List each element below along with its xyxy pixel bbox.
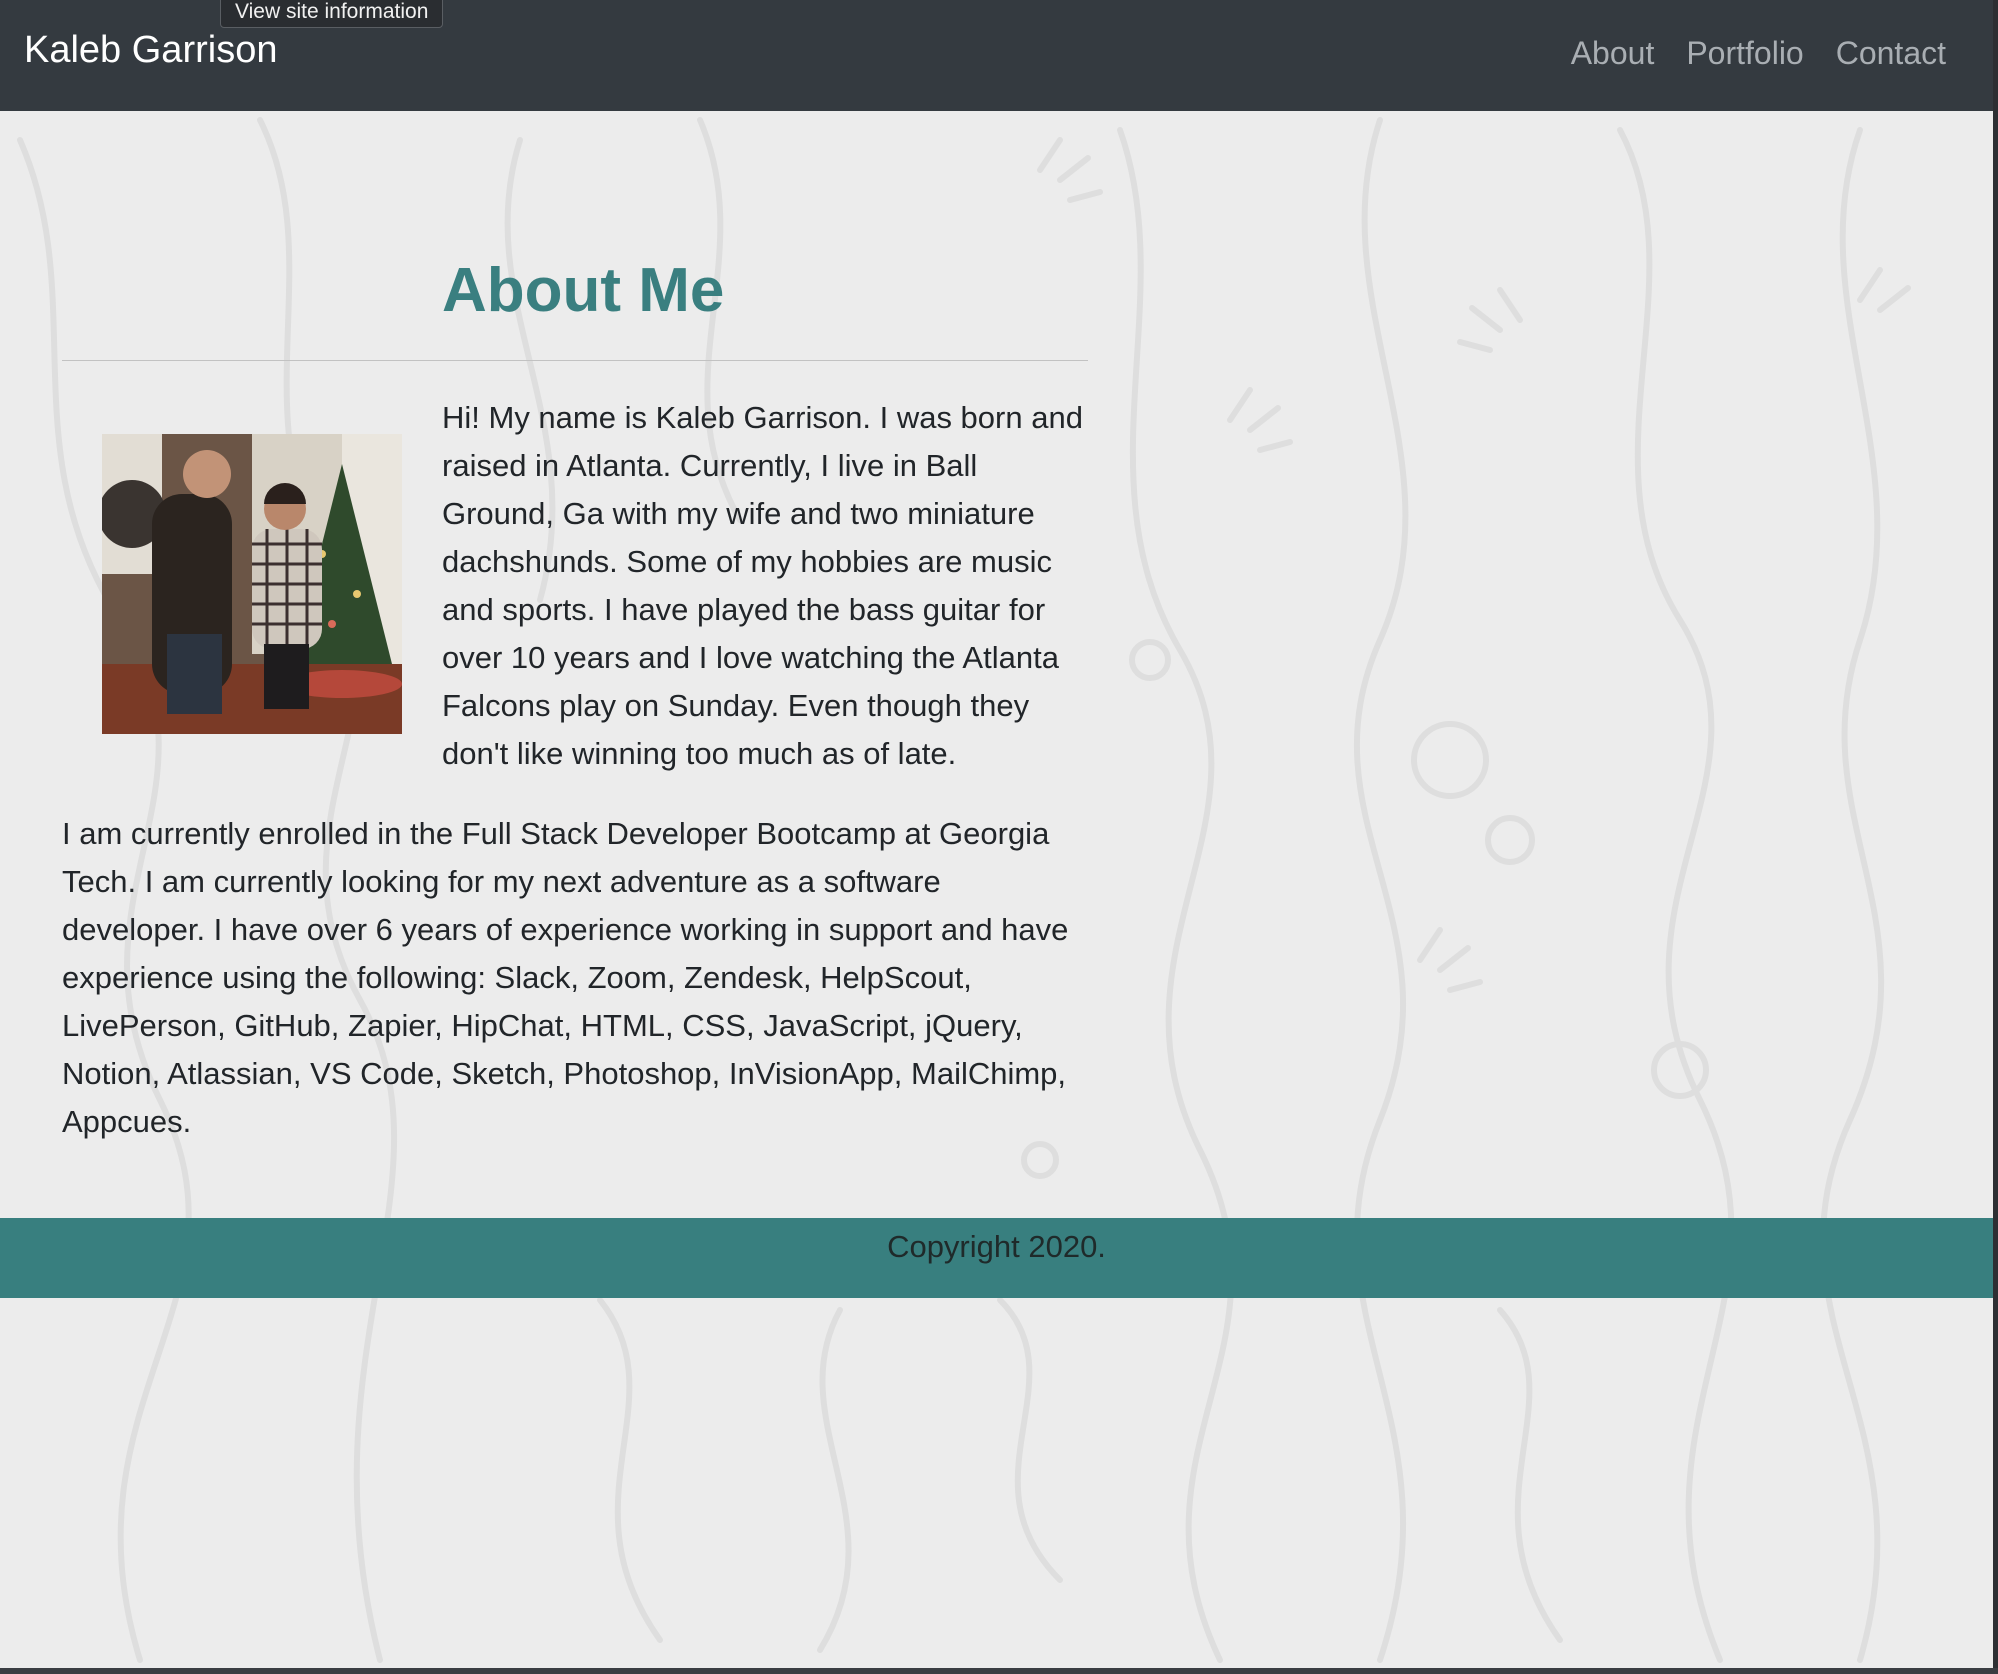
- brand-link[interactable]: Kaleb Garrison: [24, 29, 277, 72]
- title-divider: [62, 360, 1088, 361]
- site-info-tooltip: View site information: [220, 0, 444, 28]
- nav-link-portfolio[interactable]: Portfolio: [1686, 35, 1803, 71]
- window-right-edge: [1993, 0, 1998, 1674]
- nav-link-about[interactable]: About: [1571, 35, 1655, 71]
- nav-link-contact[interactable]: Contact: [1836, 35, 1946, 71]
- page-title: About Me: [442, 256, 725, 325]
- intro-paragraph: Hi! My name is Kaleb Garrison. I was bor…: [442, 400, 1083, 771]
- copyright-text: Copyright 2020.: [887, 1229, 1106, 1264]
- footer: Copyright 2020.: [0, 1218, 1993, 1298]
- nav-links: About Portfolio Contact: [1571, 35, 1946, 71]
- window-bottom-edge: [0, 1668, 1998, 1674]
- experience-paragraph: I am currently enrolled in the Full Stac…: [62, 816, 1069, 1139]
- profile-photo: [102, 434, 402, 734]
